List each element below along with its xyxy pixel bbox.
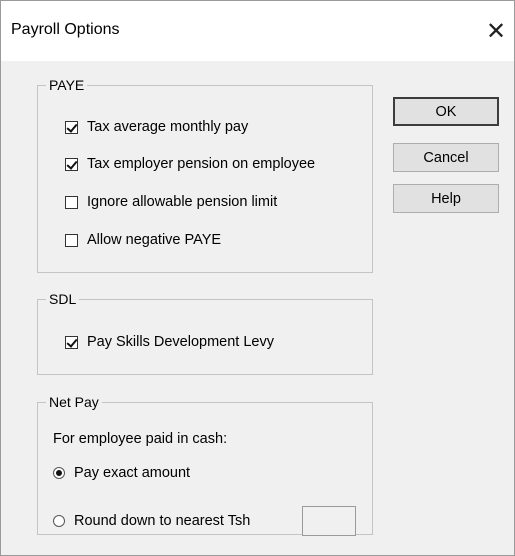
radio-label: Pay exact amount	[74, 465, 191, 481]
radio-pay-exact-amount[interactable]: Pay exact amount	[53, 463, 190, 483]
paye-legend: PAYE	[46, 76, 88, 94]
help-button[interactable]: Help	[393, 184, 499, 213]
radio-icon[interactable]	[53, 515, 65, 527]
checkbox-label: Allow negative PAYE	[87, 232, 222, 248]
checkbox-pay-skills-development-levy[interactable]: Pay Skills Development Levy	[65, 332, 274, 352]
cancel-button[interactable]: Cancel	[393, 143, 499, 172]
net-pay-caption: For employee paid in cash:	[53, 431, 228, 447]
ok-button[interactable]: OK	[393, 97, 499, 126]
checkbox-tax-average-monthly-pay[interactable]: Tax average monthly pay	[65, 117, 248, 137]
checkbox-icon[interactable]	[65, 195, 78, 209]
close-icon[interactable]: ✕	[479, 11, 513, 51]
payroll-options-dialog: Payroll Options ✕ PAYE Tax average month…	[0, 0, 515, 556]
title-bar: Payroll Options ✕	[1, 1, 514, 61]
checkbox-icon[interactable]	[65, 335, 78, 349]
checkbox-label: Pay Skills Development Levy	[87, 334, 274, 350]
checkbox-label: Ignore allowable pension limit	[87, 194, 278, 210]
paye-group: PAYE Tax average monthly pay Tax employe…	[37, 76, 373, 273]
net-pay-legend: Net Pay	[46, 393, 102, 411]
round-amount-input[interactable]	[302, 506, 356, 536]
sdl-legend: SDL	[46, 290, 80, 308]
dialog-title: Payroll Options	[11, 21, 120, 38]
checkbox-label: Tax average monthly pay	[87, 119, 249, 135]
net-pay-group: Net Pay For employee paid in cash: Pay e…	[37, 393, 373, 536]
sdl-group: SDL Pay Skills Development Levy	[37, 290, 373, 375]
checkbox-icon[interactable]	[65, 120, 78, 134]
checkbox-label: Tax employer pension on employee	[87, 156, 316, 172]
radio-label: Round down to nearest Tsh	[74, 513, 251, 529]
checkbox-allow-negative-paye[interactable]: Allow negative PAYE	[65, 230, 221, 250]
checkbox-tax-employer-pension[interactable]: Tax employer pension on employee	[65, 154, 315, 174]
checkbox-icon[interactable]	[65, 157, 78, 171]
checkbox-icon[interactable]	[65, 233, 78, 247]
checkbox-ignore-pension-limit[interactable]: Ignore allowable pension limit	[65, 192, 277, 212]
radio-icon[interactable]	[53, 467, 65, 479]
radio-round-down[interactable]: Round down to nearest Tsh	[53, 511, 250, 531]
